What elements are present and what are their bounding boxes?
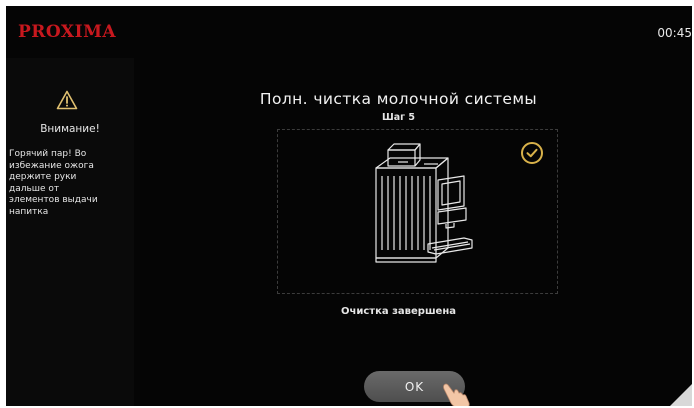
coffee-machine-icon (375, 143, 473, 263)
clock: 00:45 (657, 26, 692, 40)
step-indicator: Шаг 5 (381, 112, 416, 123)
warning-text: Горячий пар! Во избежание ожога держите … (9, 149, 98, 217)
status-message: Очистка завершена (341, 306, 456, 317)
corner-fold (670, 384, 692, 406)
page-title: Полн. чистка молочной системы (259, 90, 538, 108)
warning-sidebar (6, 58, 134, 406)
warning-triangle-icon (56, 90, 78, 110)
machine-display: PROXIMA 00:45 Внимание! Горячий пар! Во … (6, 6, 692, 406)
brand-logo: PROXIMA (18, 22, 117, 42)
illustration-panel (277, 129, 558, 294)
checkmark-circle-icon (521, 142, 543, 164)
warning-title: Внимание! (40, 123, 100, 135)
pointing-hand-icon (443, 383, 470, 406)
